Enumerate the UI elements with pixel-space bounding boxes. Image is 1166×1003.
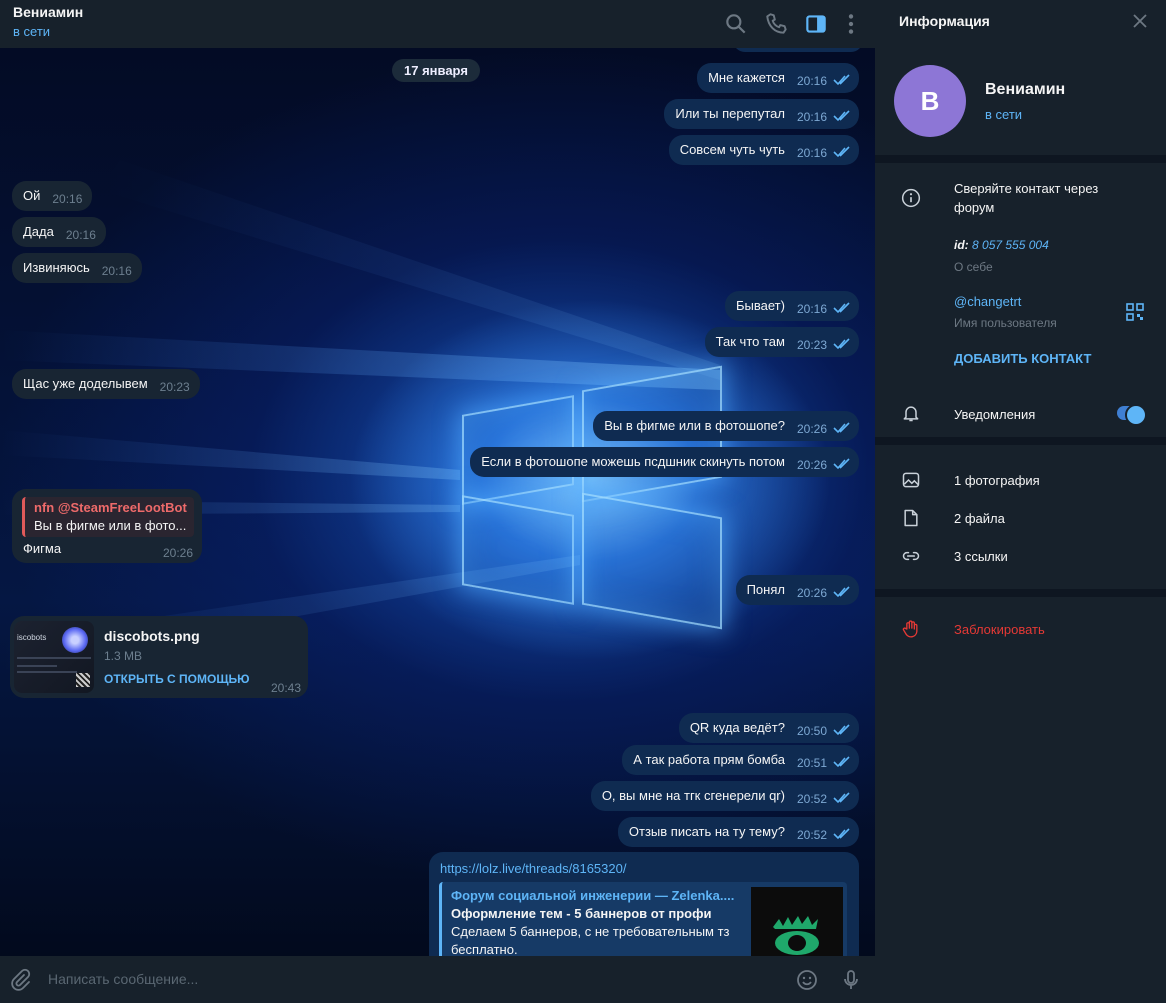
bio-text-line: форум (954, 200, 995, 215)
microphone-icon[interactable] (839, 968, 863, 992)
message-bubble-out[interactable]: Понял 20:26 (735, 575, 859, 605)
message-bubble-out[interactable]: Бывает) 20:16 (725, 291, 859, 321)
reply-message-bubble[interactable]: nfn @SteamFreeLootBot Вы в фигме или в ф… (12, 489, 202, 563)
date-separator: 17 января (392, 59, 480, 82)
link-message-bubble[interactable]: https://lolz.live/threads/8165320/ Форум… (429, 852, 859, 972)
phone-icon[interactable] (764, 11, 790, 37)
qr-code-icon[interactable] (1126, 303, 1144, 321)
reply-author: nfn @SteamFreeLootBot (34, 500, 187, 515)
read-checkmark-icon (833, 74, 850, 86)
reply-quote[interactable]: nfn @SteamFreeLootBot Вы в фигме или в ф… (22, 497, 194, 537)
avatar[interactable]: В (894, 65, 966, 137)
read-checkmark-icon (833, 422, 850, 434)
read-checkmark-icon (833, 338, 850, 350)
photo-icon (902, 472, 920, 488)
read-checkmark-icon (833, 792, 850, 804)
sidebar-toggle-icon[interactable] (803, 11, 829, 37)
id-value[interactable]: 8 057 555 004 (972, 238, 1049, 252)
username-link[interactable]: @changetrt (954, 294, 1021, 309)
message-bubble-in[interactable]: Ой 20:16 (12, 181, 93, 211)
files-link[interactable]: 2 файла (954, 511, 1005, 526)
info-title: Информация (899, 13, 990, 29)
read-checkmark-icon (833, 302, 850, 314)
bio-id-line[interactable]: id: 8 057 555 004 (954, 238, 1049, 252)
file-icon (904, 509, 918, 527)
message-bubble-out[interactable]: Или ты перепутал 20:16 (664, 99, 859, 129)
file-message-bubble[interactable]: iscobots discobots.png 1.3 MB ОТКРЫТЬ С … (10, 616, 308, 698)
reply-text: Фигма (23, 541, 62, 556)
message-bubble-out[interactable]: Вы в фигме или в фотошопе? 20:26 (593, 411, 859, 441)
discord-logo-icon (62, 627, 88, 653)
read-checkmark-icon (833, 146, 850, 158)
link-preview-site: Форум социальной инженерии — Zelenka.... (451, 888, 735, 903)
message-bubble-out[interactable]: Так что там 20:23 (704, 327, 859, 357)
section-divider (875, 155, 1166, 163)
message-bubble-out[interactable]: Мне кажется 20:16 (697, 63, 859, 93)
photos-link[interactable]: 1 фотография (954, 473, 1040, 488)
message-bubble-out[interactable]: QR куда ведёт? 20:50 (678, 713, 859, 743)
profile-status: в сети (985, 107, 1023, 122)
info-icon (901, 188, 921, 208)
message-bubble-out[interactable]: Совсем чуть чуть 20:16 (668, 135, 859, 165)
reply-quote-text: Вы в фигме или в фото... (34, 518, 187, 533)
section-divider (875, 589, 1166, 597)
username-label: Имя пользователя (954, 316, 1057, 330)
hand-stop-icon (902, 620, 918, 638)
telegram-window: Вениамин в сети 17 января Мне кажется 20:… (0, 0, 1166, 1003)
read-checkmark-icon (833, 458, 850, 470)
more-menu-icon[interactable] (838, 11, 864, 37)
link-preview-description: бесплатно. (451, 942, 518, 957)
bio-label: О себе (954, 260, 993, 274)
message-link[interactable]: https://lolz.live/threads/8165320/ (440, 861, 626, 876)
message-bubble-in[interactable]: Дада 20:16 (12, 217, 106, 247)
message-input-bar: Написать сообщение... (0, 956, 875, 1003)
add-contact-button[interactable]: ДОБАВИТЬ КОНТАКТ (954, 351, 1091, 366)
attach-icon[interactable] (8, 968, 32, 992)
notifications-label: Уведомления (954, 407, 1036, 422)
link-icon (902, 551, 920, 561)
link-preview-description: Сделаем 5 баннеров, с не требовательным … (451, 924, 730, 939)
read-checkmark-icon (833, 756, 850, 768)
notifications-toggle[interactable] (1117, 404, 1147, 426)
block-button[interactable]: Заблокировать (954, 622, 1045, 637)
message-bubble-out[interactable]: Если в фотошопе можешь псдшник скинуть п… (470, 447, 859, 477)
message-bubble-in[interactable]: Извиняюсь 20:16 (12, 253, 142, 283)
section-divider (875, 437, 1166, 445)
profile-name: Вениамин (985, 81, 1066, 98)
message-time: 20:43 (271, 681, 302, 695)
link-preview-title: Оформление тем - 5 баннеров от профи (451, 906, 712, 921)
message-bubble-in[interactable]: Щас уже доделывем 20:23 (12, 369, 200, 399)
open-with-button[interactable]: ОТКРЫТЬ С ПОМОЩЬЮ (104, 672, 250, 686)
read-checkmark-icon (833, 110, 850, 122)
read-checkmark-icon (833, 828, 850, 840)
bio-text-line: Сверяйте контакт через (954, 181, 1099, 196)
thumbnail-label: iscobots (17, 633, 47, 642)
read-checkmark-icon (833, 724, 850, 736)
file-name[interactable]: discobots.png (104, 628, 200, 644)
read-checkmark-icon (833, 586, 850, 598)
info-panel: Информация В Вениамин в сети Сверяйте ко… (875, 0, 1166, 1003)
search-icon[interactable] (723, 11, 749, 37)
id-label: id: (954, 238, 969, 252)
peer-status: в сети (13, 24, 51, 39)
close-icon[interactable] (1131, 12, 1149, 30)
message-time: 20:26 (163, 546, 194, 560)
message-bubble-out[interactable]: А так работа прям бомба 20:51 (622, 745, 859, 775)
bell-icon (903, 406, 919, 422)
chat-header: Вениамин в сети (0, 0, 875, 48)
emoji-icon[interactable] (795, 968, 819, 992)
message-bubble-out[interactable]: О, вы мне на тгк сгенерели qr) 20:52 (590, 781, 859, 811)
peer-name[interactable]: Вениамин (13, 4, 83, 20)
message-bubble-out[interactable]: Отзыв писать на ту тему? 20:52 (617, 817, 859, 847)
message-input[interactable]: Написать сообщение... (48, 971, 198, 987)
file-thumbnail[interactable]: iscobots (14, 621, 94, 693)
chat-area: Вениамин в сети 17 января Мне кажется 20:… (0, 0, 875, 1003)
file-size: 1.3 MB (104, 649, 143, 663)
qr-thumb (76, 673, 90, 687)
links-link[interactable]: 3 ссылки (954, 549, 1008, 564)
